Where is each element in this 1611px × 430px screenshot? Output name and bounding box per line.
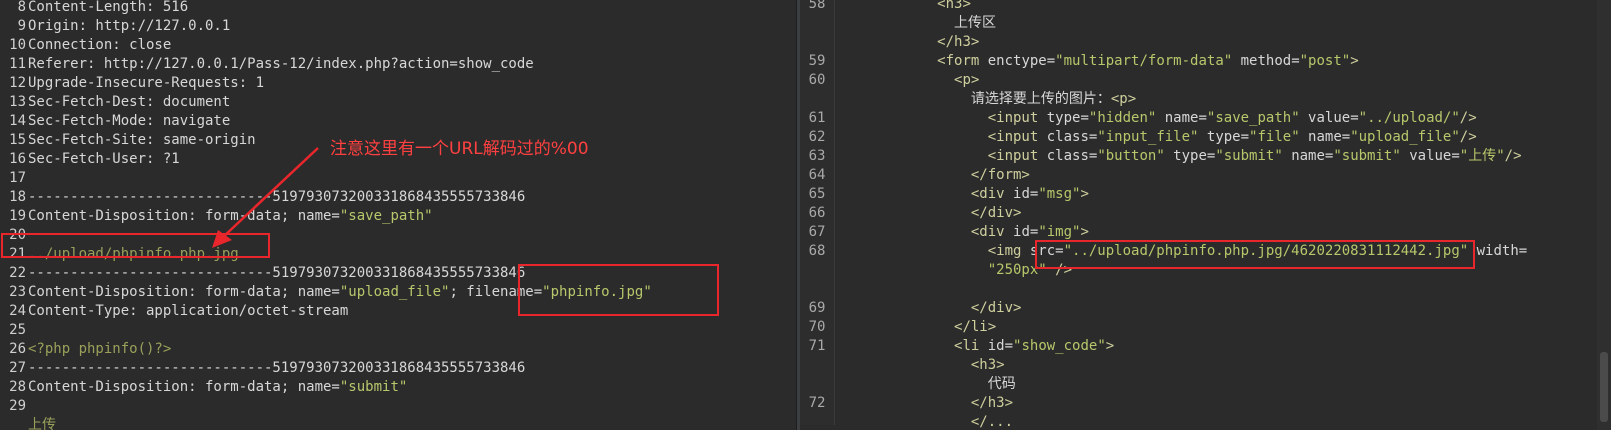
annotation-arrow (212, 147, 319, 248)
